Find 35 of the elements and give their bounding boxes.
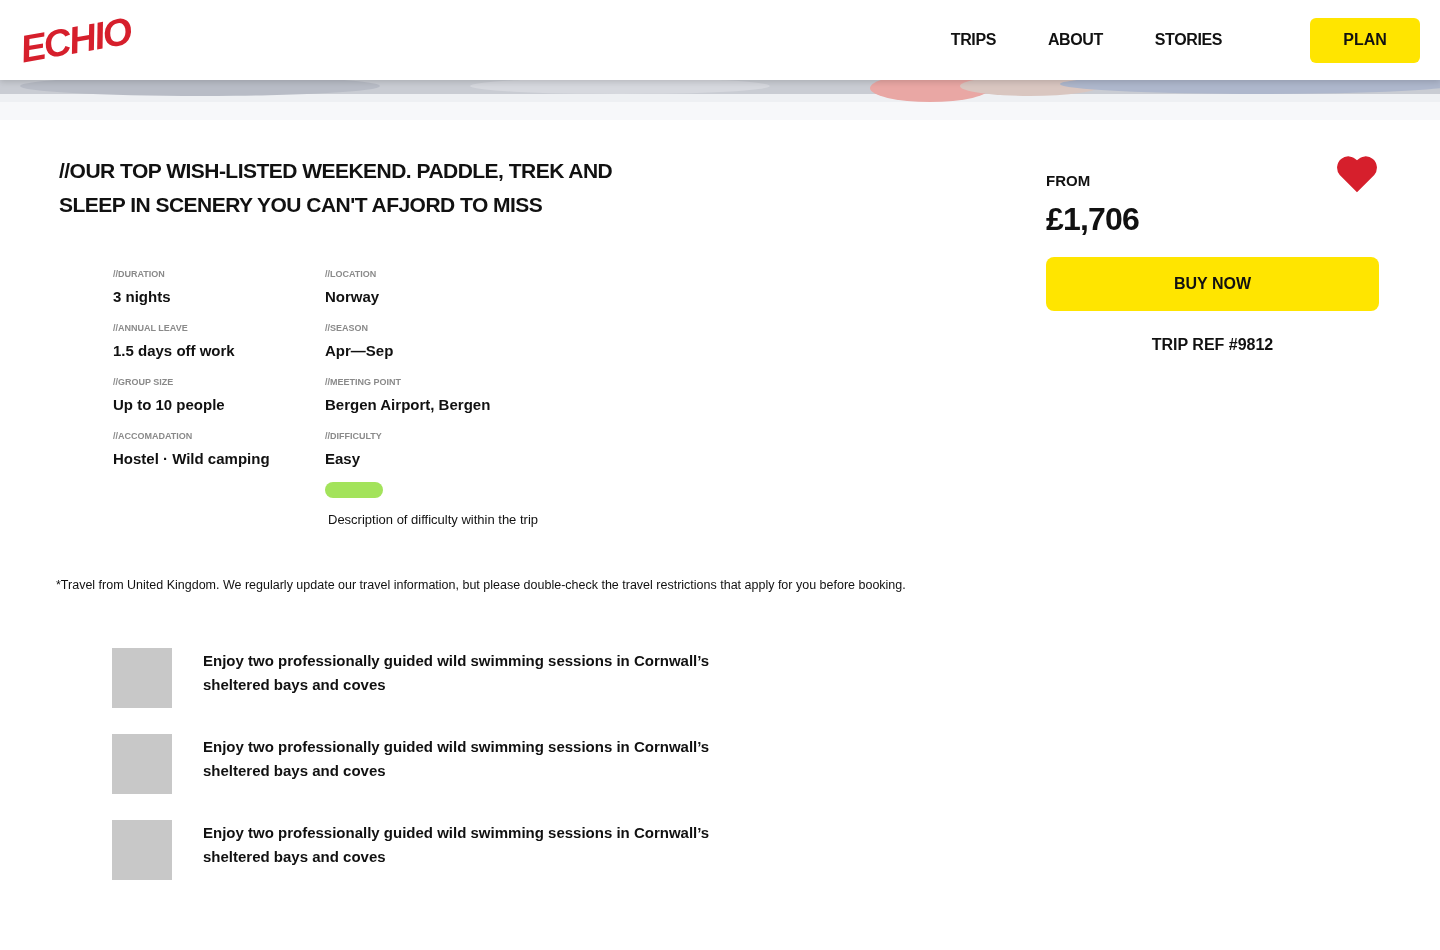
difficulty-description: Description of difficulty within the trip	[328, 511, 540, 529]
detail-value: Bergen Airport, Bergen	[325, 394, 492, 415]
plan-button[interactable]: PLAN	[1310, 17, 1420, 63]
price: £1,706	[1046, 199, 1140, 239]
price-from-label: FROM	[1046, 171, 1092, 191]
detail-label: //ACCOMADATION	[113, 430, 194, 443]
detail-label: //DIFFICULTY	[325, 430, 383, 443]
detail-value: Hostel · Wild camping	[113, 448, 271, 469]
detail-label: //MEETING POINT	[325, 376, 402, 389]
detail-value: Norway	[325, 286, 381, 307]
detail-value: Up to 10 people	[113, 394, 226, 415]
detail-label: //DURATION	[113, 268, 166, 281]
nav-link[interactable]: ABOUT	[1047, 28, 1103, 52]
detail-label: //SEASON	[325, 322, 369, 335]
tagline: //OUR TOP WISH-LISTED WEEKEND. PADDLE, TREK AND SLEEP IN SCENERY YOU CAN'T AFJORD TO MISS	[59, 158, 614, 218]
nav-link[interactable]: TRIPS	[950, 28, 996, 52]
image-placeholder	[112, 820, 172, 881]
highlight-text: Enjoy two professionally guided wild swimming sessions in Cornwall’s sheltered bays and coves	[203, 737, 711, 782]
buy-now-button[interactable]: BUY NOW	[1046, 256, 1379, 311]
detail-label: //GROUP SIZE	[113, 376, 175, 389]
detail-value: Easy	[325, 448, 362, 469]
image-placeholder	[112, 648, 172, 709]
detail-value: Apr—Sep	[325, 340, 395, 361]
detail-value: 1.5 days off work	[113, 340, 236, 361]
detail-value: 3 nights	[113, 286, 172, 307]
detail-label: //LOCATION	[325, 268, 378, 281]
disclaimer: *Travel from United Kingdom. We regularly update our travel information, but please double-check the travel restrictions that apply for you before booking.	[56, 576, 907, 594]
heart-icon[interactable]	[1335, 154, 1379, 194]
trip-ref: TRIP REF #9812	[1150, 334, 1275, 355]
highlight-text: Enjoy two professionally guided wild swimming sessions in Cornwall’s sheltered bays and coves	[203, 651, 711, 696]
nav-link[interactable]: STORIES	[1154, 28, 1222, 52]
detail-label: //ANNUAL LEAVE	[113, 322, 189, 335]
image-placeholder	[112, 734, 172, 795]
highlight-text: Enjoy two professionally guided wild swimming sessions in Cornwall’s sheltered bays and coves	[203, 823, 711, 868]
logo[interactable]: ECHIO	[15, 2, 135, 78]
